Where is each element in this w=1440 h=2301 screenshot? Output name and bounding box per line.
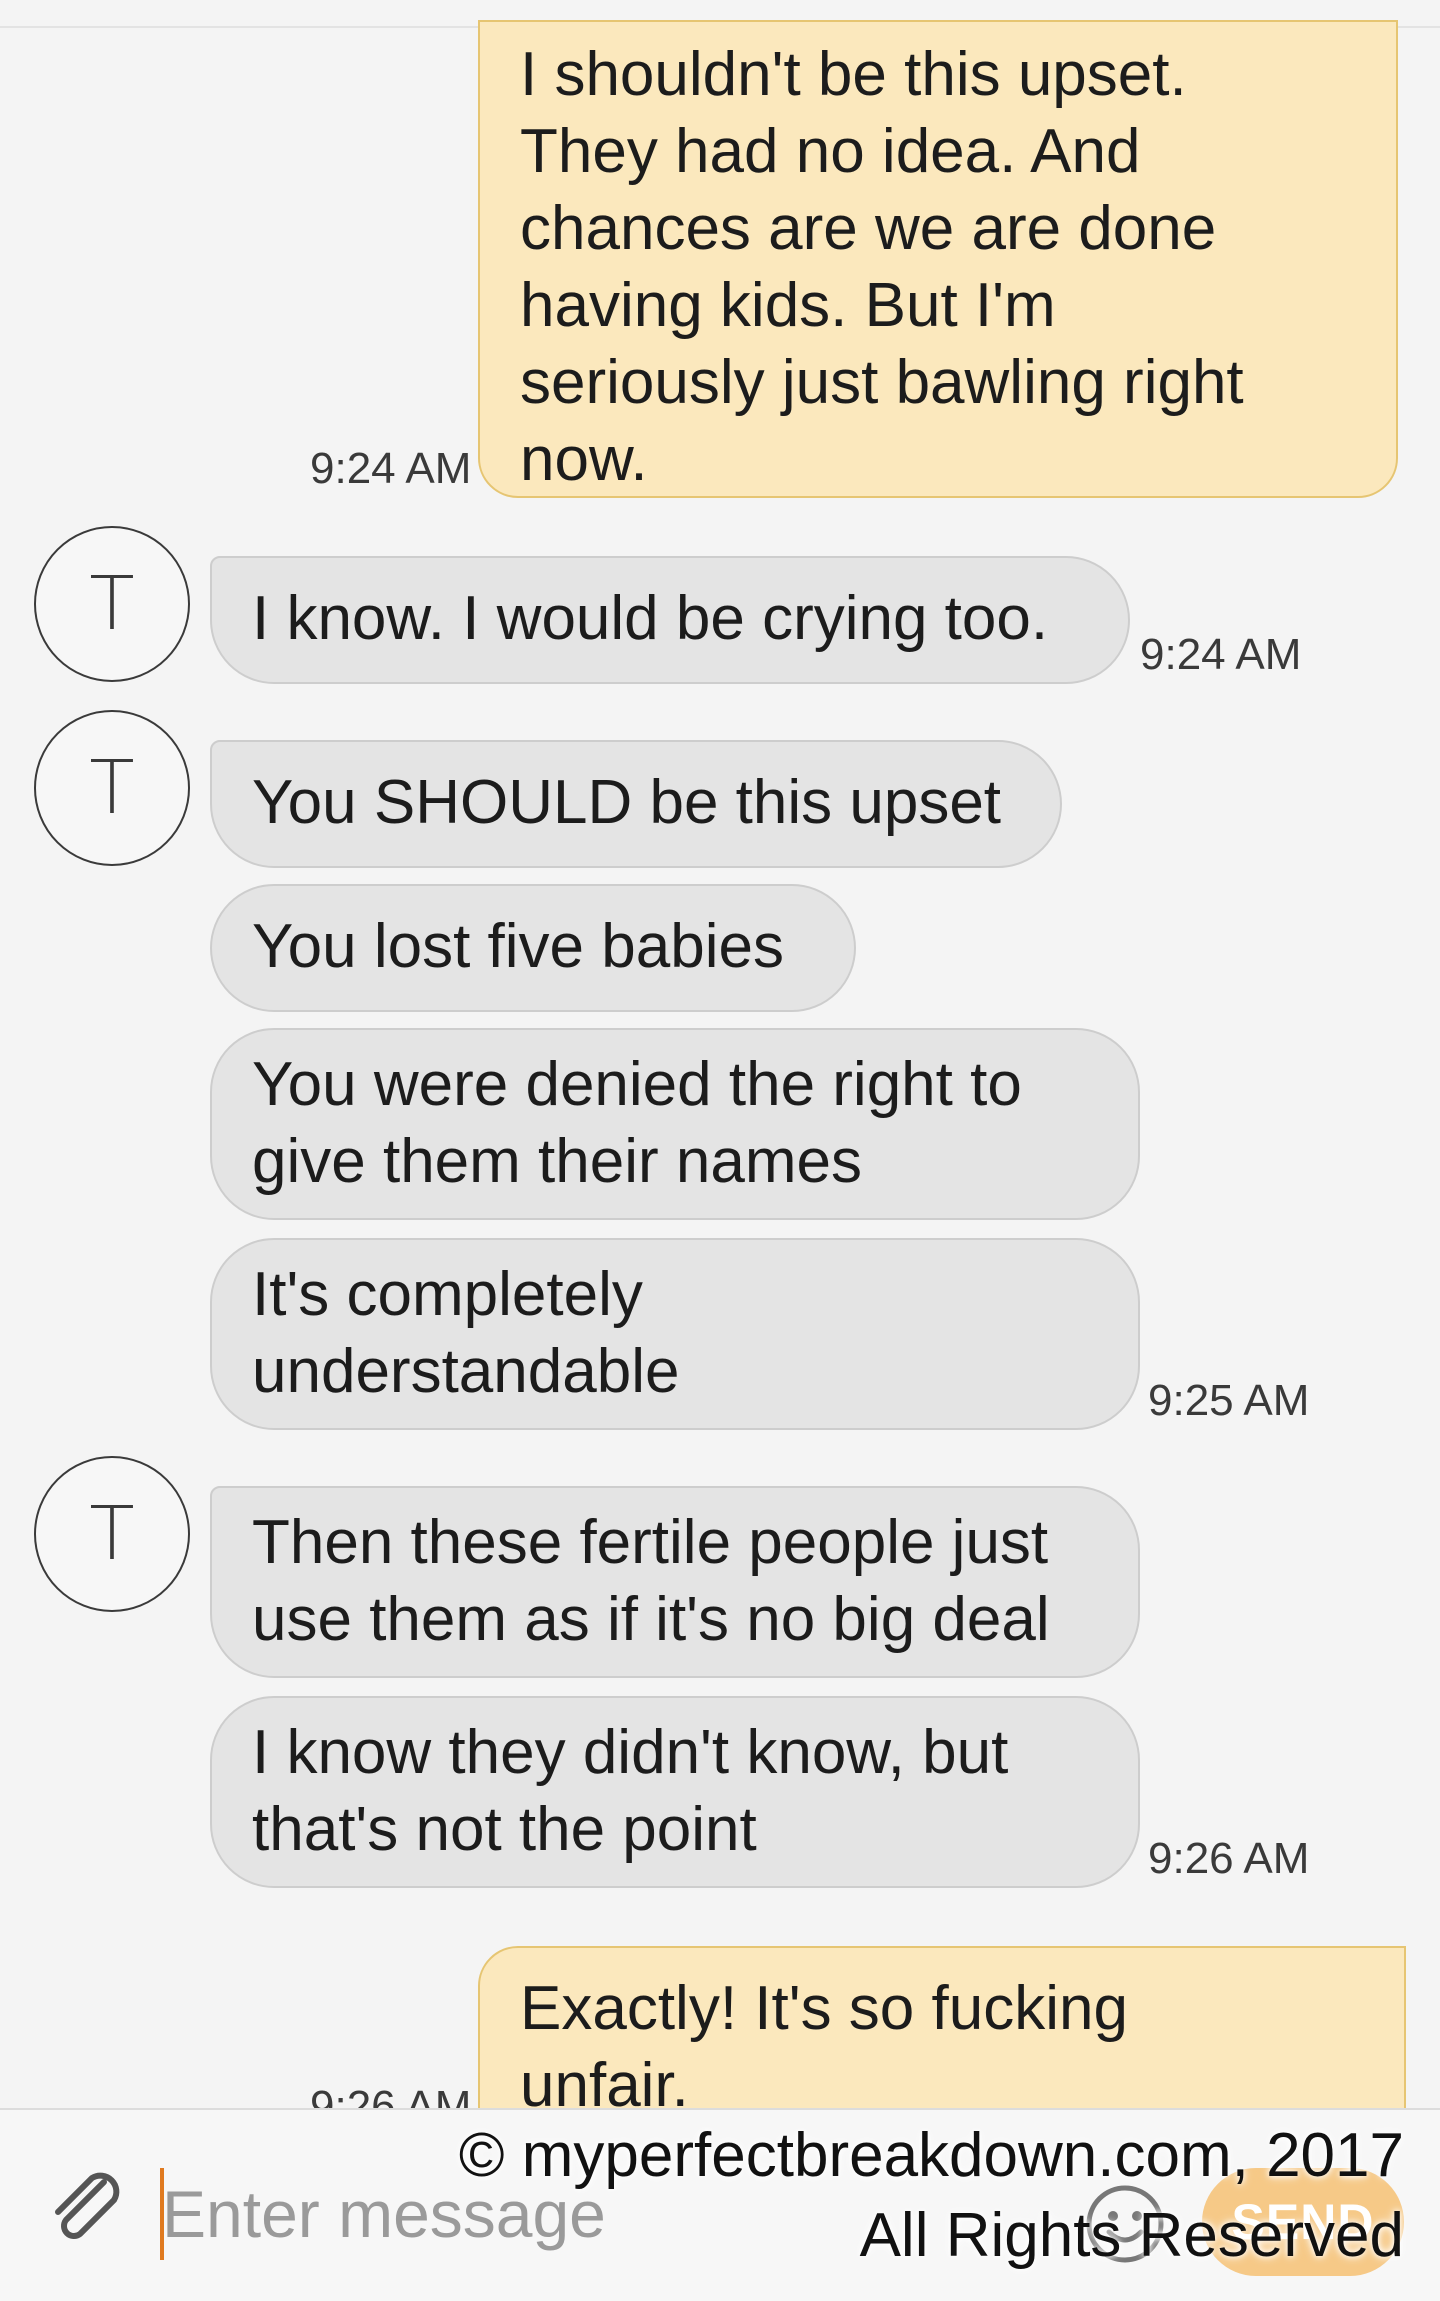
message-line: unfair.: [520, 2051, 689, 2108]
message-timestamp: 9:25 AM: [1148, 1376, 1310, 1425]
message-timestamp: 9:26 AM: [310, 2082, 472, 2108]
outgoing-message[interactable]: Exactly! It's so fucking unfair.: [478, 1946, 1406, 2108]
message-line: Exactly! It's so fucking: [520, 1974, 1128, 2043]
message-line: It's completely: [252, 1260, 643, 1329]
message-line: You SHOULD be this upset: [252, 768, 1002, 837]
message-line: You were denied the right to: [252, 1050, 1022, 1119]
message-line: seriously just bawling right: [520, 348, 1244, 417]
paperclip-icon[interactable]: [42, 2162, 132, 2252]
message-timestamp: 9:24 AM: [1140, 630, 1302, 679]
message-line: I shouldn't be this upset.: [520, 40, 1187, 109]
message-timestamp: 9:24 AM: [310, 444, 472, 493]
incoming-message[interactable]: It's completely understandable: [210, 1238, 1140, 1430]
message-line: I know. I would be crying too.: [252, 584, 1049, 653]
watermark-line: All Rights Reserved: [859, 2201, 1404, 2270]
incoming-message[interactable]: Then these fertile people just use them …: [210, 1486, 1140, 1678]
contact-avatar[interactable]: T: [34, 1456, 190, 1612]
contact-avatar[interactable]: T: [34, 526, 190, 682]
message-thread[interactable]: I shouldn't be this upset. They had no i…: [0, 0, 1440, 2108]
message-line: that's not the point: [252, 1795, 757, 1864]
message-line: I know they didn't know, but: [252, 1718, 1009, 1787]
incoming-message[interactable]: You lost five babies: [210, 884, 856, 1012]
contact-avatar[interactable]: T: [34, 710, 190, 866]
message-line: You lost five babies: [252, 912, 784, 981]
message-timestamp: 9:26 AM: [1148, 1834, 1310, 1883]
message-line: They had no idea. And: [520, 117, 1141, 186]
incoming-message[interactable]: I know they didn't know, but that's not …: [210, 1696, 1140, 1888]
message-line: having kids. But I'm: [520, 271, 1056, 340]
incoming-message[interactable]: You were denied the right to give them t…: [210, 1028, 1140, 1220]
message-line: chances are we are done: [520, 194, 1217, 263]
message-line: Then these fertile people just: [252, 1508, 1049, 1577]
outgoing-message[interactable]: I shouldn't be this upset. They had no i…: [478, 20, 1398, 498]
incoming-message[interactable]: I know. I would be crying too.: [210, 556, 1130, 684]
message-line: give them their names: [252, 1127, 862, 1196]
copyright-watermark: © myperfectbreakdown.com, 2017 All Right…: [459, 2116, 1404, 2276]
message-line: understandable: [252, 1337, 680, 1406]
watermark-line: © myperfectbreakdown.com, 2017: [458, 2121, 1404, 2190]
incoming-message[interactable]: You SHOULD be this upset: [210, 740, 1062, 868]
message-line: now.: [520, 425, 648, 494]
message-line: use them as if it's no big deal: [252, 1585, 1050, 1654]
